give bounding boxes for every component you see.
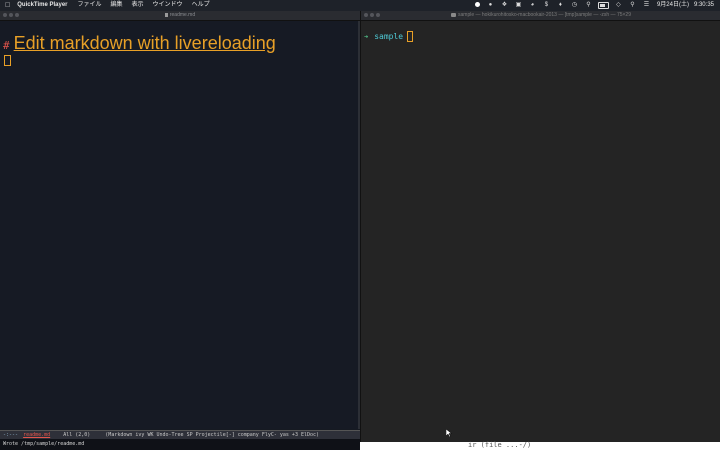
terminal-window: sample — hokikurohitosko-macbookair-2013… (360, 11, 720, 442)
zoom-button[interactable] (15, 13, 19, 17)
mode-line: -:--- readme.md All (2,0) (Markdown ivy … (0, 430, 360, 439)
heading-marker: # (3, 39, 10, 52)
terminal-zoom-button[interactable] (376, 13, 380, 17)
emacs-window-title: readme.md (169, 12, 196, 18)
list-icon[interactable]: ☰ (642, 0, 651, 11)
background-window-strip: ir (file ...-/) (360, 441, 720, 450)
menubar-time[interactable]: 9:30:35 (694, 0, 714, 11)
markdown-heading[interactable]: Edit markdown with livereloading (14, 33, 276, 53)
folder-icon (451, 12, 456, 17)
document-icon (164, 12, 168, 17)
shell-prompt: ➜ sample (364, 31, 414, 42)
circle-icon[interactable]: ● (486, 0, 495, 11)
menu-edit[interactable]: 編集 (111, 0, 123, 11)
battery-icon[interactable] (597, 2, 609, 9)
terminal-cursor (407, 31, 414, 42)
close-button[interactable] (3, 13, 7, 17)
wifi-icon[interactable]: ◇ (614, 0, 623, 11)
minimize-button[interactable] (9, 13, 13, 17)
terminal-body[interactable]: ➜ sample (361, 21, 720, 442)
dropbox-icon[interactable]: ❖ (500, 0, 509, 11)
minibuffer[interactable]: Wrote /tmp/sample/readme.md (0, 439, 360, 450)
background-text-fragment: ir (file ...-/) (468, 441, 532, 449)
markdown-heading-line: # Edit markdown with livereloading (3, 33, 276, 53)
terminal-window-title: sample — hokikurohitosko-macbookair-2013… (458, 12, 631, 18)
evernote-icon[interactable]: ♦ (556, 0, 565, 11)
window-controls (3, 13, 21, 17)
menu-view[interactable]: 表示 (132, 0, 144, 11)
terminal-minimize-button[interactable] (370, 13, 374, 17)
apple-icon[interactable]:  (5, 0, 10, 11)
terminal-titlebar[interactable]: sample — hokikurohitosko-macbookair-2013… (361, 11, 720, 21)
modeline-buffer-name[interactable]: readme.md (23, 432, 50, 438)
prompt-arrow-icon: ➜ (364, 32, 369, 41)
mouse-pointer-icon (446, 429, 452, 437)
emacs-window: readme.md # Edit markdown with livereloa… (0, 11, 360, 450)
menu-bar:  QuickTime Player ファイル 編集 表示 ウインドウ ヘルプ … (0, 0, 720, 11)
menu-help[interactable]: ヘルプ (192, 0, 210, 11)
history-icon[interactable]: ◷ (570, 0, 579, 11)
modeline-position: All (2,0) (63, 432, 91, 438)
prompt-directory: sample (374, 32, 404, 41)
emacs-titlebar[interactable]: readme.md (0, 11, 360, 21)
menu-window[interactable]: ウインドウ (153, 0, 183, 11)
dollar-icon[interactable]: $ (542, 0, 551, 11)
terminal-window-controls (364, 13, 382, 17)
modeline-status: -:--- (3, 432, 19, 438)
text-cursor (4, 55, 11, 66)
box-icon[interactable]: ▣ (514, 0, 523, 11)
headphones-icon[interactable]: ◕ (528, 0, 537, 11)
menubar-date[interactable]: 9月24日(土) (657, 0, 689, 11)
terminal-close-button[interactable] (364, 13, 368, 17)
record-icon[interactable] (474, 0, 481, 11)
menu-file[interactable]: ファイル (78, 0, 102, 11)
modeline-modes[interactable]: (Markdown ivy WK Undo-Tree SP Projectile… (105, 432, 319, 438)
menu-app-name[interactable]: QuickTime Player (17, 0, 67, 11)
editor-buffer[interactable]: # Edit markdown with livereloading (0, 21, 358, 429)
spotlight-icon[interactable]: ⚲ (584, 0, 593, 11)
search-icon[interactable]: ⚲ (628, 0, 637, 11)
